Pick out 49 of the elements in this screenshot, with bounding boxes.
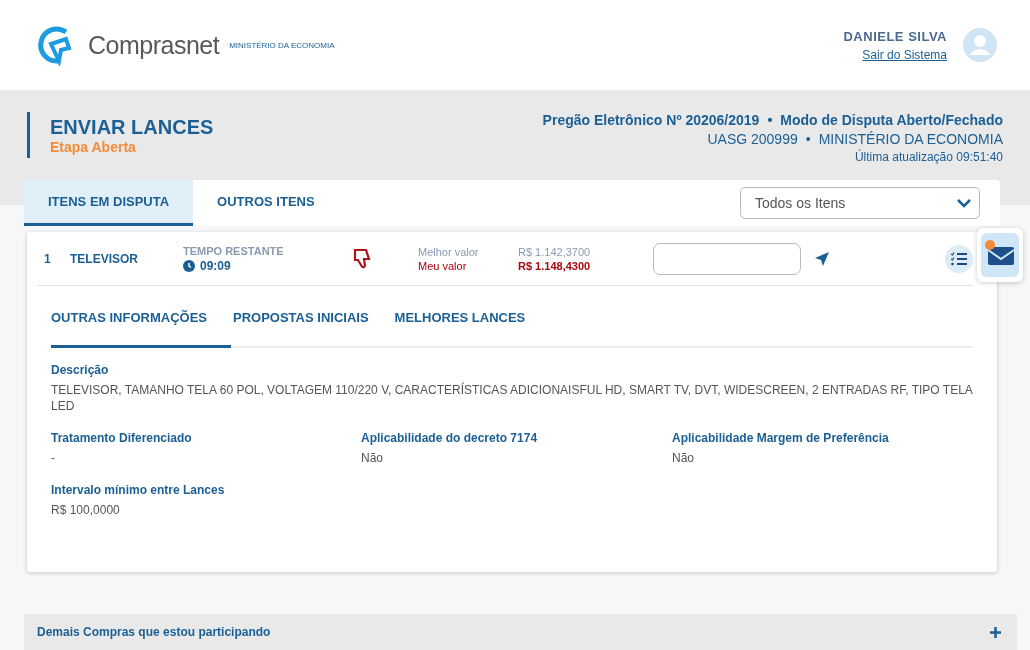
accordion-header[interactable]: Demais Compras que estou participando [24,614,1017,650]
best-value-label: Melhor valor [418,245,480,258]
user-name: DANIELE SILVA [843,28,947,44]
best-value: R$ 1.142,3700 [518,245,592,258]
checklist-button[interactable] [945,244,973,273]
logo-text: Comprasnet [88,30,220,60]
last-update: Última atualização 09:51:40 [854,150,1003,164]
detail-tab[interactable]: MELHORES LANCES [394,310,526,348]
detail-tab[interactable]: PROPOSTAS INICIAIS [233,310,369,348]
mail-icon [981,233,1019,277]
organization-name: MINISTÉRIO DA ECONOMIA [818,131,1003,147]
tab[interactable]: OUTROS ITENS [193,180,339,226]
separator-dot: • [805,131,811,147]
dispute-mode: Modo de Disputa Aberto/Fechado [780,112,1003,128]
page-title: ENVIAR LANCES [50,115,214,139]
accordion-label: Demais Compras que estou participando [37,625,271,639]
field-label: Aplicabilidade Margem de Preferência [672,431,890,445]
field-value: Não [361,450,384,466]
thumbs-down-icon [353,248,371,269]
stage-label: Etapa Aberta [50,138,137,155]
send-icon[interactable] [815,251,829,266]
detail-tab[interactable]: OUTRAS INFORMAÇÕES [51,310,231,348]
plus-icon [990,626,1001,638]
field-value: Não [672,450,695,466]
tab[interactable]: ITENS EM DISPUTA [24,180,194,226]
ministry-label: MINISTÉRIO DA ECONOMIA [229,40,335,50]
field-value: R$ 100,0000 [51,502,121,518]
item-name: TELEVISOR [70,251,139,266]
logout-link[interactable]: Sair do Sistema [862,47,947,62]
pregao-number: Pregão Eletrônico Nº 20206/2019 [542,112,760,128]
field-value: TELEVISOR, TAMANHO TELA 60 POL, VOLTAGEM 110/220 V, CARACTERÍSTICAS ADICIONAISFUL HD, SMART TV, DVT, WIDESCREEN, 2 ENTRADAS RF, TIPO TELA LED [51,382,973,414]
filter-select[interactable]: Todos os Itens [740,187,980,219]
item-number: 1 [43,251,52,266]
field-value: - [51,450,56,466]
messages-button[interactable] [977,228,1023,282]
separator-dot: • [767,112,773,128]
checklist-icon [951,251,967,266]
bid-input[interactable] [653,242,801,275]
field-label: Intervalo mínimo entre Lances [51,483,226,497]
clock-icon [183,259,195,272]
time-remaining: 09:09 [200,258,231,273]
my-value: R$ 1.148,4300 [518,259,592,272]
chevron-down-icon [957,198,971,208]
time-label: TEMPO RESTANTE [183,244,285,257]
field-label: Aplicabilidade do decreto 7174 [361,431,539,445]
field-label: Descrição [51,363,110,377]
field-label: Tratamento Diferenciado [51,431,193,445]
my-value-label: Meu valor [418,259,468,272]
uasg-code: UASG 200999 [707,131,798,147]
